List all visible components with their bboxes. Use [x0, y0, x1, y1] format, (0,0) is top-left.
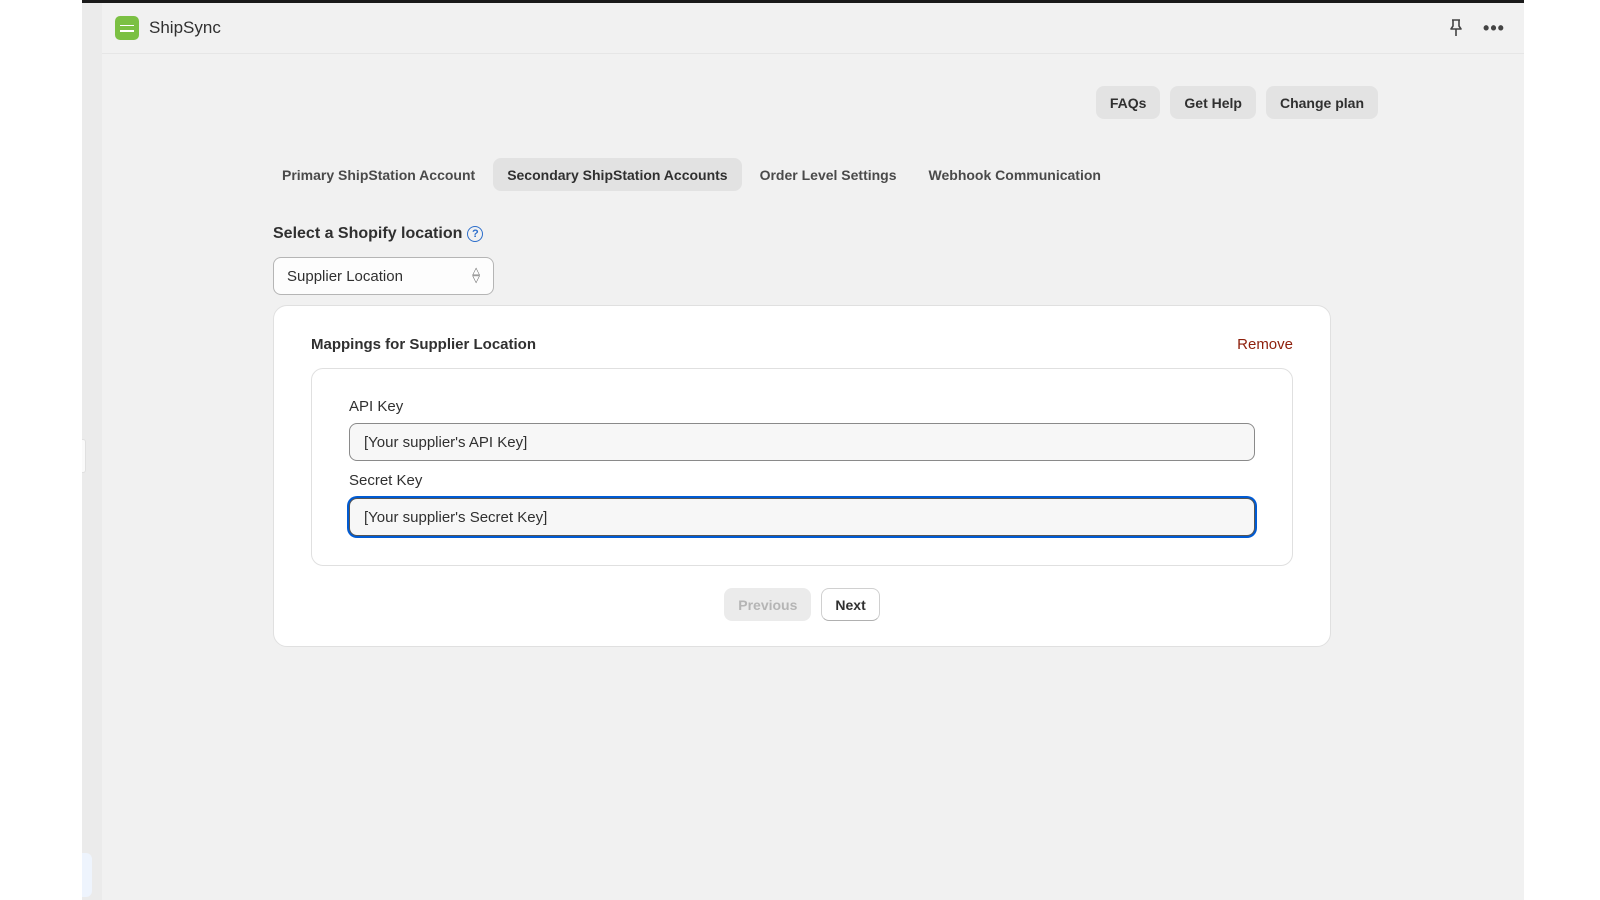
- app-topbar: ShipSync •••: [102, 3, 1524, 54]
- sidebar-resize-handle[interactable]: [82, 439, 86, 473]
- tab-order-level-settings[interactable]: Order Level Settings: [746, 158, 911, 191]
- pagination-buttons: Previous Next: [274, 588, 1330, 621]
- mappings-title: Mappings for Supplier Location: [311, 336, 536, 353]
- location-select[interactable]: Supplier Location △ ▽: [273, 257, 494, 295]
- sidebar-drag-handle[interactable]: [82, 853, 92, 897]
- more-actions-icon[interactable]: •••: [1483, 18, 1504, 38]
- faqs-button[interactable]: FAQs: [1095, 86, 1161, 119]
- get-help-button[interactable]: Get Help: [1170, 86, 1256, 119]
- help-icon[interactable]: ?: [467, 226, 484, 242]
- left-sidebar-strip: [82, 3, 102, 900]
- change-plan-button[interactable]: Change plan: [1265, 86, 1378, 119]
- tab-secondary-shipstation-accounts[interactable]: Secondary ShipStation Accounts: [493, 158, 742, 191]
- tab-webhook-communication[interactable]: Webhook Communication: [915, 158, 1115, 191]
- remove-link[interactable]: Remove: [1237, 336, 1293, 353]
- api-key-input[interactable]: [349, 423, 1255, 461]
- next-button[interactable]: Next: [821, 588, 880, 621]
- api-key-label: API Key: [349, 398, 404, 415]
- shipsync-logo-icon: [115, 16, 139, 40]
- secret-key-label: Secret Key: [349, 472, 423, 489]
- header-buttons: FAQs Get Help Change plan: [1095, 86, 1378, 119]
- previous-button[interactable]: Previous: [724, 588, 812, 621]
- app-frame: ShipSync ••• FAQs Get Help Change plan P…: [82, 0, 1524, 900]
- chevron-up-down-icon: △ ▽: [472, 266, 480, 285]
- pin-icon[interactable]: [1446, 18, 1466, 38]
- tab-primary-shipstation-account[interactable]: Primary ShipStation Account: [268, 158, 489, 191]
- credentials-panel: API Key Secret Key: [311, 368, 1293, 566]
- location-select-value: Supplier Location: [287, 267, 403, 285]
- settings-tabs: Primary ShipStation Account Secondary Sh…: [268, 158, 1115, 191]
- location-label: Select a Shopify location: [273, 225, 463, 242]
- top-actions: •••: [1446, 18, 1504, 38]
- location-label-row: Select a Shopify location ?: [273, 225, 484, 243]
- app-title: ShipSync: [149, 18, 221, 37]
- secret-key-input[interactable]: [349, 498, 1255, 536]
- mappings-card: Mappings for Supplier Location Remove AP…: [273, 305, 1331, 647]
